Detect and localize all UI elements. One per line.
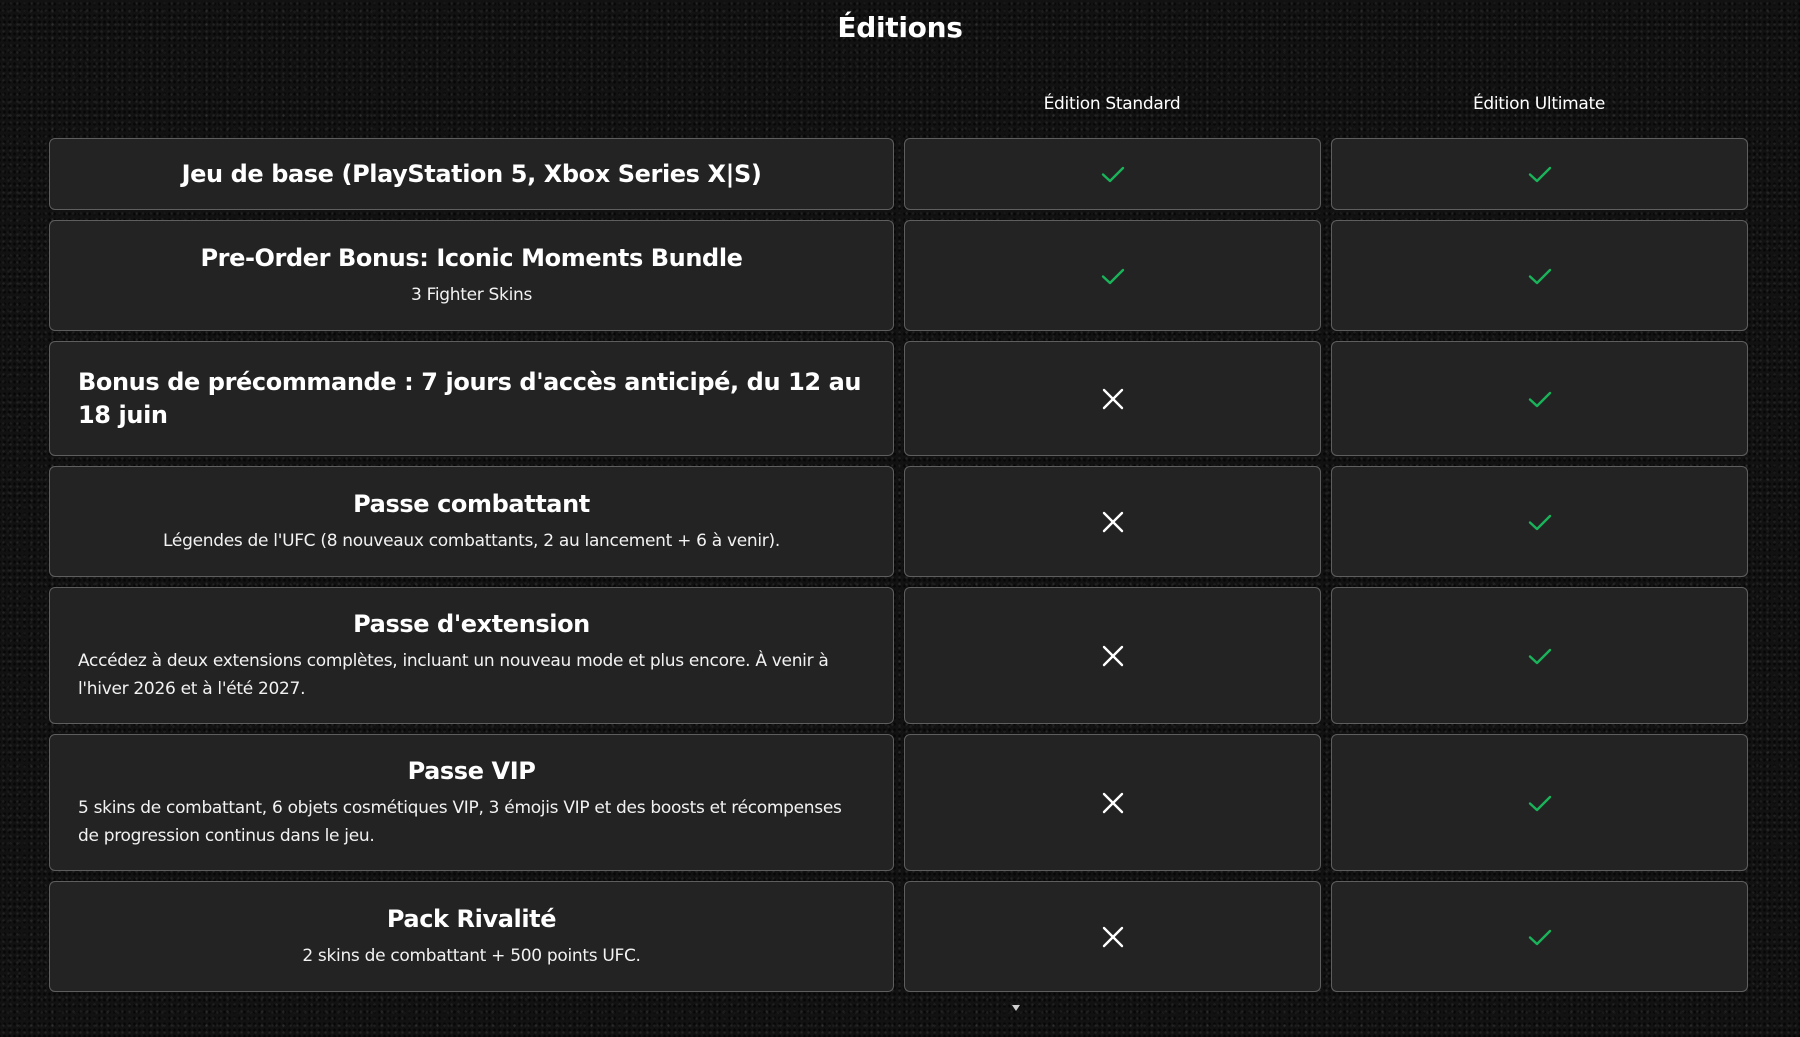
comparison-row-rivalry-pack: Pack Rivalité 2 skins de combattant + 50… (49, 881, 1748, 992)
comparison-row-early-access: Bonus de précommande : 7 jours d'accès a… (49, 341, 1748, 456)
comparison-row-expansion-pass: Passe d'extension Accédez à deux extensi… (49, 587, 1748, 724)
check-icon (1526, 262, 1554, 290)
feature-cell: Passe VIP 5 skins de combattant, 6 objet… (49, 734, 894, 871)
feature-cell: Passe d'extension Accédez à deux extensi… (49, 587, 894, 724)
feature-title: Passe d'extension (353, 610, 590, 638)
feature-cell: Pack Rivalité 2 skins de combattant + 50… (49, 881, 894, 992)
standard-availability-cell (904, 466, 1321, 577)
ultimate-availability-cell (1331, 734, 1748, 871)
feature-cell: Bonus de précommande : 7 jours d'accès a… (49, 341, 894, 456)
column-header-ultimate: Édition Ultimate (1472, 94, 1606, 114)
comparison-row-base-game: Jeu de base (PlayStation 5, Xbox Series … (49, 138, 1748, 210)
column-header-standard: Édition Standard (1043, 94, 1181, 114)
feature-description: 2 skins de combattant + 500 points UFC. (302, 946, 641, 966)
feature-cell: Passe combattant Légendes de l'UFC (8 no… (49, 466, 894, 577)
feature-title: Passe VIP (407, 757, 536, 785)
check-icon (1526, 385, 1554, 413)
ultimate-availability-cell (1331, 220, 1748, 331)
feature-description: 3 Fighter Skins (410, 285, 533, 305)
cross-icon (1099, 508, 1127, 536)
check-icon (1526, 508, 1554, 536)
cross-icon (1099, 789, 1127, 817)
standard-availability-cell (904, 341, 1321, 456)
cross-icon (1099, 923, 1127, 951)
feature-cell: Jeu de base (PlayStation 5, Xbox Series … (49, 138, 894, 210)
feature-title: Bonus de précommande : 7 jours d'accès a… (78, 367, 862, 429)
feature-title: Pack Rivalité (386, 905, 557, 933)
check-icon (1526, 160, 1554, 188)
ultimate-availability-cell (1331, 341, 1748, 456)
feature-title: Passe combattant (353, 490, 590, 518)
feature-description: Légendes de l'UFC (8 nouveaux combattant… (163, 531, 780, 551)
check-icon (1099, 262, 1127, 290)
feature-description: 5 skins de combattant, 6 objets cosmétiq… (78, 798, 842, 846)
check-icon (1526, 642, 1554, 670)
editions-comparison-table: Jeu de base (PlayStation 5, Xbox Series … (49, 138, 1748, 992)
feature-title: Jeu de base (PlayStation 5, Xbox Series … (181, 159, 762, 188)
feature-title: Pre-Order Bonus: Iconic Moments Bundle (200, 244, 743, 272)
cross-icon (1099, 642, 1127, 670)
feature-cell: Pre-Order Bonus: Iconic Moments Bundle 3… (49, 220, 894, 331)
comparison-row-preorder-bundle: Pre-Order Bonus: Iconic Moments Bundle 3… (49, 220, 1748, 331)
check-icon (1099, 160, 1127, 188)
check-icon (1526, 789, 1554, 817)
standard-availability-cell (904, 138, 1321, 210)
standard-availability-cell (904, 220, 1321, 331)
ultimate-availability-cell (1331, 587, 1748, 724)
comparison-row-fighter-pass: Passe combattant Légendes de l'UFC (8 no… (49, 466, 1748, 577)
standard-availability-cell (904, 734, 1321, 871)
cross-icon (1099, 385, 1127, 413)
feature-description: Accédez à deux extensions complètes, inc… (78, 651, 829, 699)
standard-availability-cell (904, 587, 1321, 724)
ultimate-availability-cell (1331, 466, 1748, 577)
check-icon (1526, 923, 1554, 951)
ultimate-availability-cell (1331, 881, 1748, 992)
standard-availability-cell (904, 881, 1321, 992)
comparison-row-vip-pass: Passe VIP 5 skins de combattant, 6 objet… (49, 734, 1748, 871)
scroll-indicator-icon[interactable] (1012, 1005, 1020, 1011)
ultimate-availability-cell (1331, 138, 1748, 210)
page-title: Éditions (837, 11, 963, 44)
editions-page: { "page": { "title": "Éditions" }, "colu… (0, 0, 1800, 1037)
